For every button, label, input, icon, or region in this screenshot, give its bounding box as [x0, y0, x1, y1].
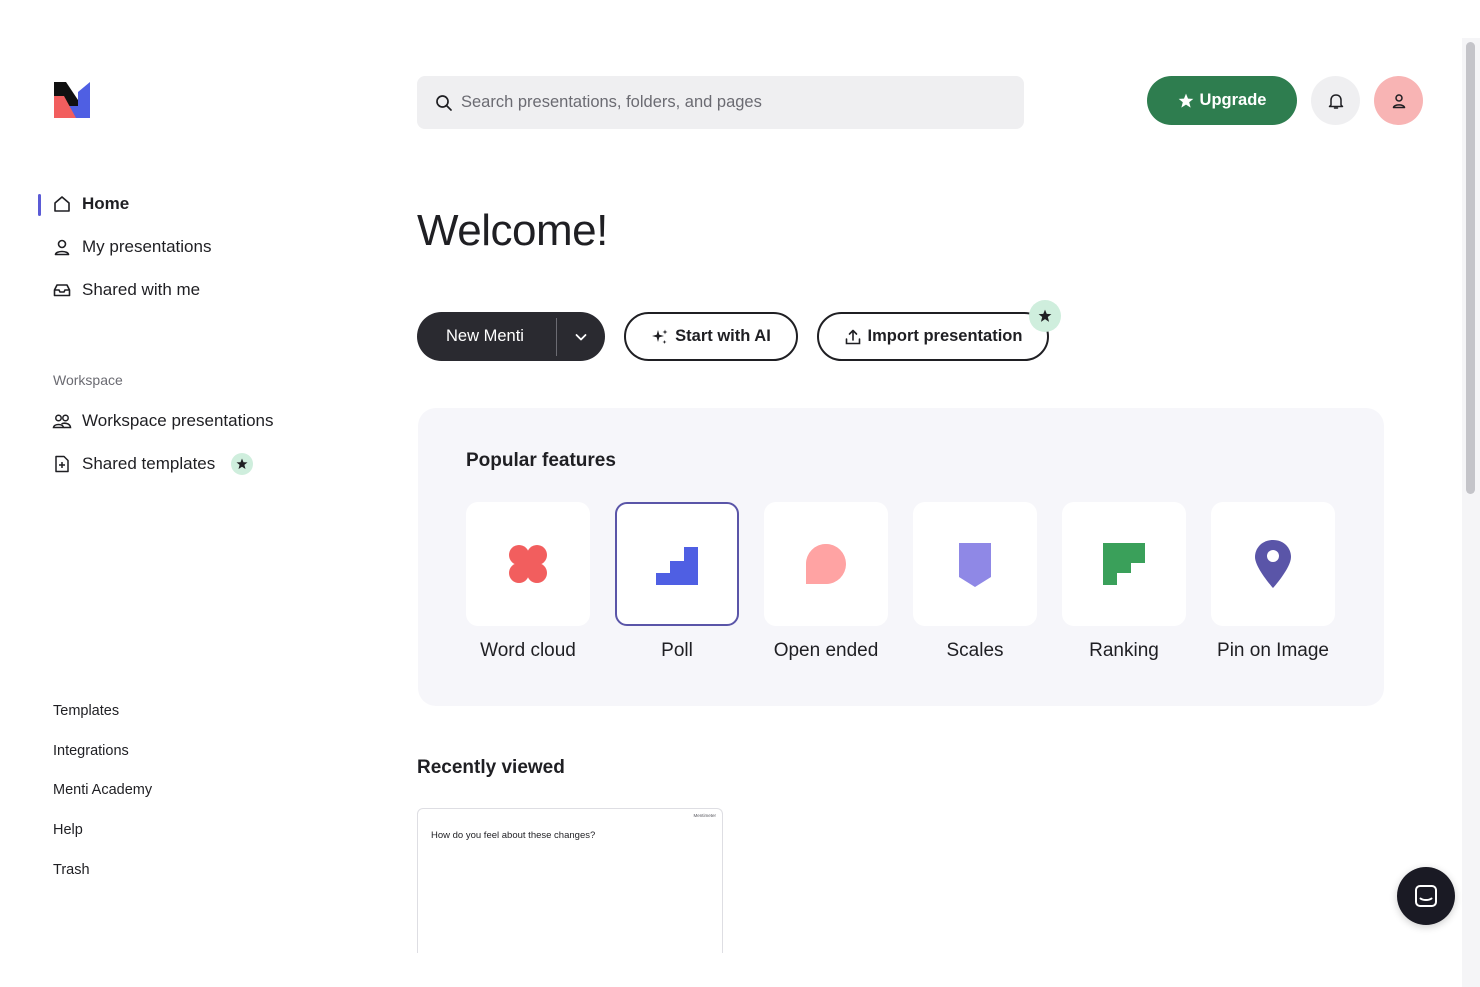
- feature-label: Poll: [661, 640, 693, 661]
- scales-icon: [959, 543, 991, 587]
- user-avatar[interactable]: [1374, 76, 1423, 125]
- feature-label: Open ended: [773, 640, 879, 661]
- page-title: Welcome!: [417, 206, 608, 255]
- feature-tile[interactable]: [615, 502, 739, 626]
- pin-icon: [1255, 540, 1291, 588]
- feature-tile[interactable]: [1211, 502, 1335, 626]
- start-with-ai-label: Start with AI: [675, 327, 771, 345]
- feature-scales[interactable]: Scales: [913, 502, 1037, 662]
- people-icon: [52, 414, 72, 429]
- chat-icon: [1415, 885, 1437, 907]
- workspace-section-label: Workspace: [53, 372, 123, 388]
- search-bar[interactable]: [417, 76, 1024, 129]
- star-icon: [1178, 93, 1193, 108]
- sidebar-item-my-presentations[interactable]: My presentations: [52, 234, 211, 260]
- notifications-button[interactable]: [1311, 76, 1360, 125]
- search-icon: [436, 94, 452, 111]
- star-icon: [1038, 309, 1052, 322]
- feature-tile[interactable]: [913, 502, 1037, 626]
- feature-poll[interactable]: Poll: [615, 502, 739, 662]
- new-menti-button[interactable]: New Menti: [417, 327, 556, 346]
- person-icon: [54, 239, 70, 256]
- sidebar-item-workspace-presentations[interactable]: Workspace presentations: [52, 408, 274, 434]
- popular-features-panel: Popular features Word cloud Poll Open en…: [418, 408, 1384, 706]
- import-presentation-button[interactable]: Import presentation: [817, 312, 1049, 361]
- feature-tile[interactable]: [764, 502, 888, 626]
- sidebar-link-integrations[interactable]: Integrations: [53, 743, 129, 759]
- sparkle-icon: [652, 329, 668, 344]
- feature-label: Pin on Image: [1217, 640, 1329, 661]
- sidebar-link-menti-academy[interactable]: Menti Academy: [53, 782, 152, 798]
- inbox-icon: [53, 284, 71, 297]
- feature-label: Word cloud: [480, 640, 576, 661]
- premium-badge: [231, 453, 254, 475]
- feature-word-cloud[interactable]: Word cloud: [466, 502, 590, 662]
- ranking-icon: [1103, 543, 1145, 585]
- card-brand: Mentimeter: [693, 813, 716, 818]
- chevron-down-icon: [575, 333, 587, 340]
- start-with-ai-button[interactable]: Start with AI: [624, 312, 798, 361]
- card-question: How do you feel about these changes?: [431, 830, 596, 841]
- feature-ranking[interactable]: Ranking: [1062, 502, 1186, 662]
- feature-label: Scales: [946, 640, 1004, 661]
- sidebar-item-label: My presentations: [82, 237, 212, 256]
- bell-icon: [1328, 93, 1343, 109]
- new-menti-split-button[interactable]: New Menti: [417, 312, 605, 361]
- sidebar-item-label: Workspace presentations: [82, 411, 274, 430]
- upload-icon: [845, 329, 860, 344]
- sidebar-link-help[interactable]: Help: [53, 822, 83, 838]
- feature-open-ended[interactable]: Open ended: [764, 502, 888, 662]
- scrollbar-thumb[interactable]: [1466, 42, 1475, 494]
- upgrade-label: Upgrade: [1199, 91, 1267, 109]
- active-indicator: [38, 194, 41, 216]
- sidebar-link-trash[interactable]: Trash: [53, 862, 90, 878]
- sidebar-item-label: Shared with me: [82, 280, 201, 299]
- sidebar-link-templates[interactable]: Templates: [53, 703, 119, 719]
- sidebar-item-shared-templates[interactable]: Shared templates: [52, 451, 254, 477]
- feature-pin-on-image[interactable]: Pin on Image: [1211, 502, 1335, 662]
- page-scrollbar[interactable]: [1462, 38, 1480, 987]
- template-add-icon: [55, 455, 69, 473]
- star-icon: [236, 458, 248, 469]
- word-cloud-icon: [509, 545, 547, 583]
- feature-tile[interactable]: [466, 502, 590, 626]
- home-icon: [54, 196, 70, 212]
- sidebar-item-label: Home: [82, 194, 130, 213]
- new-menti-dropdown-button[interactable]: [557, 330, 605, 344]
- upgrade-button[interactable]: Upgrade: [1147, 76, 1297, 125]
- open-ended-icon: [805, 544, 846, 584]
- person-icon: [1392, 93, 1405, 108]
- chat-support-button[interactable]: [1397, 867, 1455, 925]
- feature-tile[interactable]: [1062, 502, 1186, 626]
- popular-features-title: Popular features: [466, 450, 616, 471]
- search-input[interactable]: [461, 93, 1001, 112]
- sidebar-item-label: Shared templates: [82, 454, 216, 473]
- import-presentation-label: Import presentation: [867, 327, 1023, 345]
- feature-label: Ranking: [1089, 640, 1159, 661]
- recently-viewed-title: Recently viewed: [417, 757, 565, 778]
- mentimeter-logo-icon[interactable]: [54, 82, 90, 118]
- sidebar-item-shared-with-me[interactable]: Shared with me: [52, 277, 200, 303]
- recent-presentation-card[interactable]: Mentimeter How do you feel about these c…: [417, 808, 723, 953]
- premium-badge: [1029, 300, 1061, 332]
- sidebar-item-home[interactable]: Home: [52, 191, 129, 217]
- poll-icon: [656, 547, 698, 585]
